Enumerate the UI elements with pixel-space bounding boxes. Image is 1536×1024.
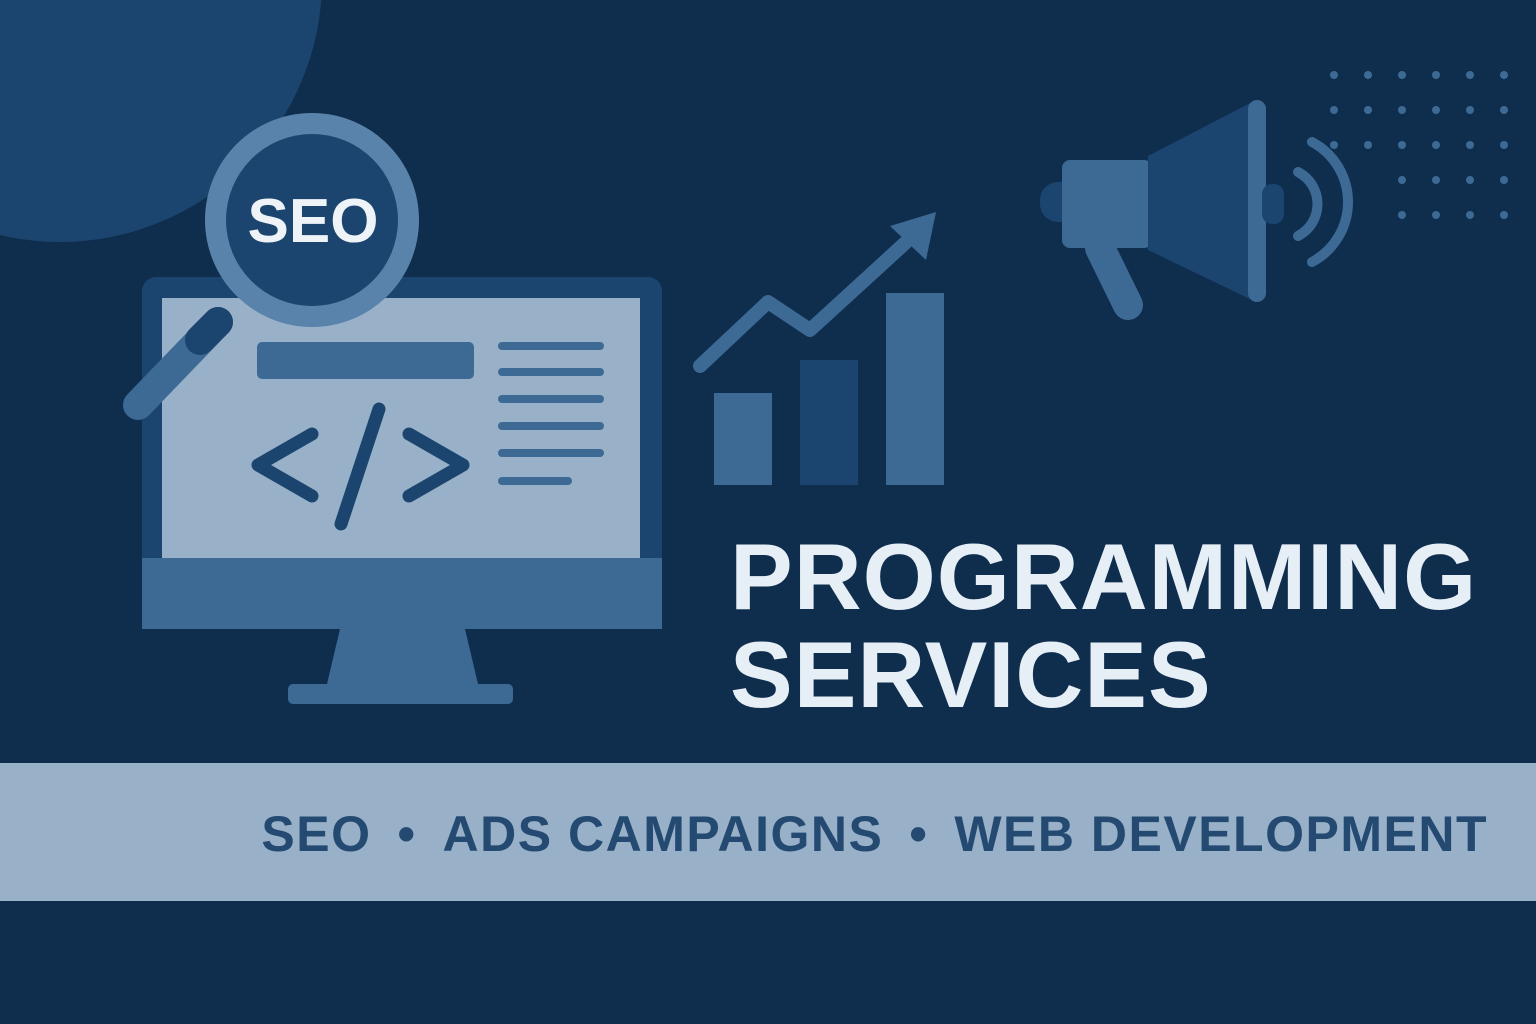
services-banner: SEO • ADS CAMPAIGNS • WEB DEVELOPMENT	[0, 763, 1536, 901]
screen-header-bar	[257, 342, 474, 379]
page-title: PROGRAMMING SERVICES	[730, 528, 1477, 724]
grid-dot	[1330, 106, 1338, 114]
grid-dot	[1330, 141, 1338, 149]
grid-dot	[1330, 71, 1338, 79]
service-ads-campaigns: ADS CAMPAIGNS	[442, 806, 884, 862]
grid-dot	[1466, 141, 1474, 149]
grid-dot	[1500, 176, 1508, 184]
chart-bar-3	[886, 293, 944, 485]
grid-dot	[1466, 211, 1474, 219]
dot-grid	[1330, 71, 1508, 219]
grid-dot	[1364, 71, 1372, 79]
title-line-1: PROGRAMMING	[730, 524, 1478, 629]
grid-dot	[1432, 176, 1440, 184]
megaphone-icon	[1040, 100, 1353, 320]
service-separator: •	[397, 806, 417, 862]
chart-bar-1	[714, 393, 772, 485]
grid-dot	[1432, 71, 1440, 79]
service-separator: •	[909, 806, 929, 862]
grid-dot	[1398, 141, 1406, 149]
grid-dot	[1432, 106, 1440, 114]
grid-dot	[1500, 71, 1508, 79]
grid-dot	[1466, 71, 1474, 79]
service-seo: SEO	[261, 806, 372, 862]
chart-bar-2	[800, 360, 858, 485]
service-web-development: WEB DEVELOPMENT	[954, 806, 1488, 862]
grid-dot	[1398, 71, 1406, 79]
grid-dot	[1466, 106, 1474, 114]
grid-dot	[1398, 176, 1406, 184]
grid-dot	[1432, 211, 1440, 219]
magnifier-label: SEO	[248, 187, 379, 256]
grid-dot	[1500, 211, 1508, 219]
grid-dot	[1500, 106, 1508, 114]
services-list: SEO • ADS CAMPAIGNS • WEB DEVELOPMENT	[261, 805, 1488, 863]
grid-dot	[1398, 106, 1406, 114]
grid-dot	[1364, 141, 1372, 149]
grid-dot	[1500, 141, 1508, 149]
grid-dot	[1432, 141, 1440, 149]
grid-dot	[1364, 106, 1372, 114]
grid-dot	[1466, 176, 1474, 184]
grid-dot	[1398, 211, 1406, 219]
title-line-2: SERVICES	[730, 622, 1212, 727]
